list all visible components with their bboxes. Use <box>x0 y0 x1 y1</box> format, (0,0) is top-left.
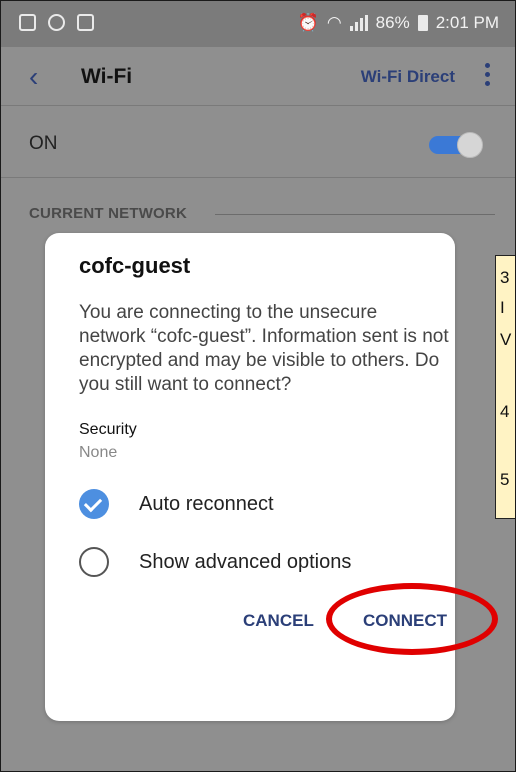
advanced-options-label: Show advanced options <box>139 550 352 573</box>
cancel-button[interactable]: CANCEL <box>243 611 314 631</box>
callout-line: 5 <box>500 470 510 489</box>
wifi-direct-button[interactable]: Wi-Fi Direct <box>361 67 455 87</box>
dialog-title: cofc-guest <box>79 253 191 278</box>
battery-percent: 86% <box>375 13 410 32</box>
clock: 2:01 PM <box>435 13 499 32</box>
message-icon <box>19 14 36 31</box>
callout-line: 4 <box>500 402 510 421</box>
security-label: Security <box>79 421 137 438</box>
callout-line: V <box>500 330 512 349</box>
flipboard-icon <box>77 14 94 31</box>
callout-line: I <box>500 298 505 317</box>
page-title: Wi-Fi <box>81 65 133 88</box>
toggle-knob <box>457 132 483 158</box>
auto-reconnect-option[interactable]: Auto reconnect <box>79 489 274 519</box>
connect-highlight-circle <box>326 583 498 655</box>
settings-icon <box>48 14 65 31</box>
instruction-callout: 3 I V 4 5 <box>495 255 515 519</box>
notification-icons <box>19 14 94 31</box>
app-bar: ‹ Wi-Fi Wi-Fi Direct <box>1 47 515 105</box>
system-icons: ⏰ ◠ 86% 2:01 PM <box>298 13 499 33</box>
back-arrow-icon[interactable]: ‹ <box>29 61 38 93</box>
wifi-state-label: ON <box>29 133 58 154</box>
advanced-options-option[interactable]: Show advanced options <box>79 547 351 577</box>
divider <box>1 177 515 178</box>
cell-signal-icon <box>349 15 368 31</box>
checkbox-checked-icon[interactable] <box>79 489 109 519</box>
section-header-current-network: CURRENT NETWORK <box>29 205 187 222</box>
wifi-toggle-switch[interactable] <box>429 131 483 158</box>
status-bar: ⏰ ◠ 86% 2:01 PM <box>1 1 515 47</box>
more-options-icon[interactable] <box>485 63 491 86</box>
security-value: None <box>79 444 118 461</box>
divider <box>1 105 515 106</box>
callout-line: 3 <box>500 268 510 287</box>
checkbox-unchecked-icon[interactable] <box>79 547 109 577</box>
phone-screen: ⏰ ◠ 86% 2:01 PM ‹ Wi-Fi Wi-Fi Direct ON … <box>0 0 516 772</box>
auto-reconnect-label: Auto reconnect <box>139 492 274 515</box>
section-divider <box>215 214 495 215</box>
dialog-message: You are connecting to the unsecure netwo… <box>79 302 449 395</box>
alarm-icon: ⏰ <box>297 13 319 32</box>
wifi-signal-icon: ◠ <box>326 13 342 32</box>
battery-icon <box>417 15 428 31</box>
